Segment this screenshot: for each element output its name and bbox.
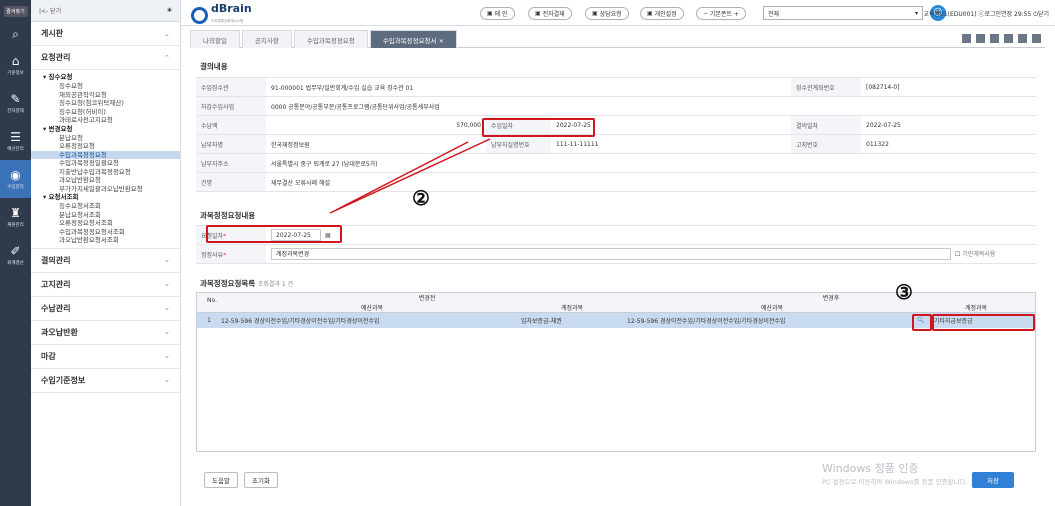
annotation-three: ③ [895,280,913,304]
annotation-two: ② [412,186,430,210]
annotation-arrow [329,138,491,214]
